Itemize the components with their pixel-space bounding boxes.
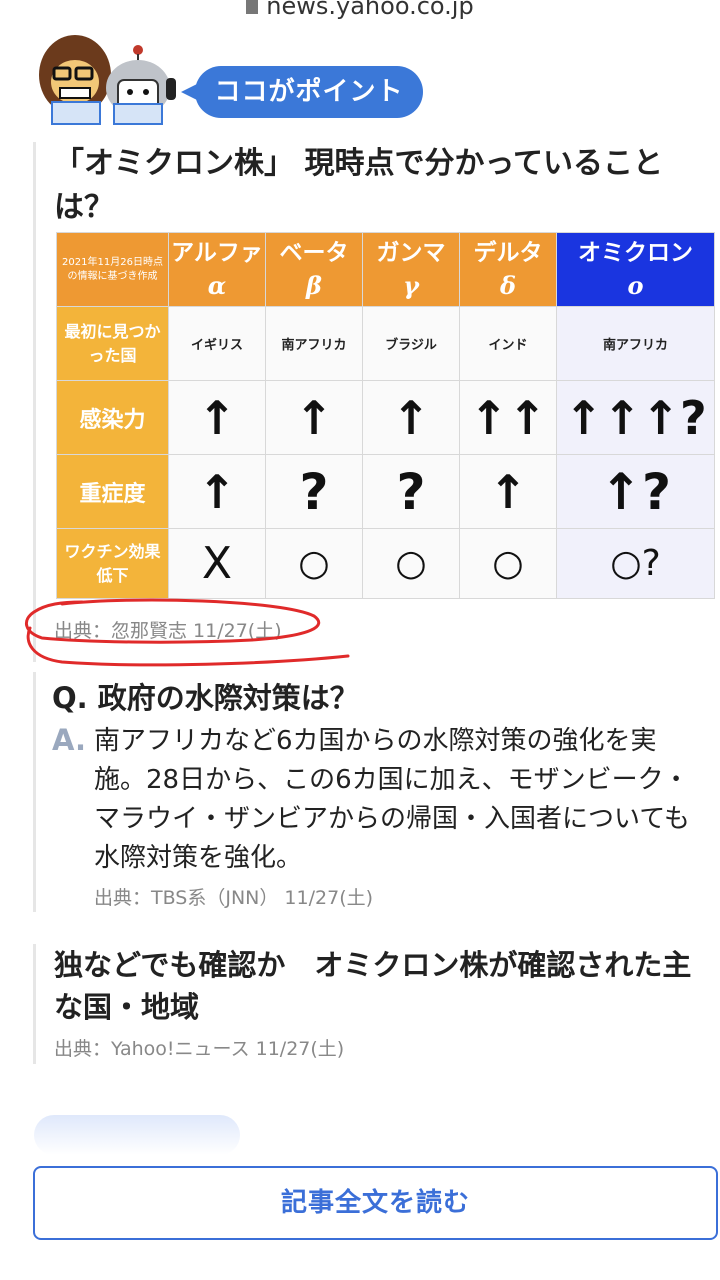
q-prefix: Q.	[52, 681, 88, 715]
mascot-illustration	[39, 35, 176, 125]
table-cell: ↑↑	[459, 380, 557, 455]
up-arrow-mark: ↑	[294, 390, 334, 445]
up-arrow-mark: ↑	[197, 390, 237, 445]
circle-mark: ○	[395, 542, 427, 584]
table-cell: ○?	[556, 528, 715, 599]
section-divider	[33, 672, 36, 912]
up-arrow-mark: ↑↑↑?	[564, 390, 707, 445]
table-cell: 南アフリカ	[556, 306, 715, 381]
table-cell: インド	[459, 306, 557, 381]
table-cell: ↑	[459, 454, 557, 529]
table-cell: ↑↑↑?	[556, 380, 715, 455]
up-arrow-mark: ↑	[488, 464, 528, 519]
table-cell: ↑	[265, 380, 363, 455]
answer-source: 出典：TBS系（JNN） 11/27(土)	[94, 887, 374, 909]
table-cell: ↑?	[556, 454, 715, 529]
table-cell: 南アフリカ	[265, 306, 363, 381]
answer-text: 南アフリカなど6カ国からの水際対策の強化を実施。28日から、この6カ国に加え、モ…	[94, 726, 690, 873]
variant-header-delta: デルタ δ	[459, 232, 557, 307]
url-text: news.yahoo.co.jp	[266, 0, 474, 20]
question-mark: ?	[299, 462, 329, 521]
question-text: 政府の水際対策は？	[97, 681, 359, 715]
table-cell: X	[168, 528, 266, 599]
lock-icon	[246, 0, 259, 14]
related-source: 出典：Yahoo!ニュース 11/27(土)	[54, 1038, 345, 1060]
circle-mark: ○	[492, 542, 524, 584]
table-cell: ○	[265, 528, 363, 599]
circle-mark: ○	[298, 542, 330, 584]
section-divider	[33, 142, 36, 662]
table-corner-note: 2021年11月26日時点の情報に基づき作成	[56, 232, 169, 307]
table-cell: ↑	[362, 380, 460, 455]
up-arrow-mark: ↑	[391, 390, 431, 445]
table-row: ワクチン効果低下 X ○ ○ ○ ○?	[56, 528, 715, 599]
cross-mark: X	[201, 537, 233, 589]
up-arrow-question-mark: ↑?	[600, 462, 671, 521]
read-full-article-button[interactable]: 記事全文を読む	[33, 1166, 718, 1240]
url-bar[interactable]: news.yahoo.co.jp	[0, 0, 720, 32]
table-cell: ↑	[168, 454, 266, 529]
row-header-first-country: 最初に見つかった国	[56, 306, 169, 381]
table-row: 最初に見つかった国 イギリス 南アフリカ ブラジル インド 南アフリカ	[56, 306, 715, 381]
variant-header-omicron: オミクロン ο	[556, 232, 715, 307]
table-header-row: 2021年11月26日時点の情報に基づき作成 アルファ α ベータ β ガンマ γ デ…	[56, 232, 715, 307]
question-title: Q. 政府の水際対策は？	[52, 675, 359, 717]
table-cell: ○	[362, 528, 460, 599]
variant-comparison-table: 2021年11月26日時点の情報に基づき作成 アルファ α ベータ β ガンマ γ デ…	[56, 232, 715, 599]
variant-header-gamma: ガンマ γ	[362, 232, 460, 307]
table-cell: ↑	[168, 380, 266, 455]
section-divider	[33, 944, 36, 1064]
table-cell: ブラジル	[362, 306, 460, 381]
table-cell: ?	[362, 454, 460, 529]
row-header-severity: 重症度	[56, 454, 169, 529]
up-arrow-mark: ↑↑	[469, 390, 547, 445]
table-cell: ○	[459, 528, 557, 599]
related-article-link[interactable]: 独などでも確認か オミクロン株が確認された主な国・地域	[54, 944, 704, 1028]
row-header-infectivity: 感染力	[56, 380, 169, 455]
question-mark: ?	[396, 462, 426, 521]
row-header-vaccine: ワクチン効果低下	[56, 528, 169, 599]
faded-tab	[34, 1115, 240, 1155]
up-arrow-mark: ↑	[197, 464, 237, 519]
point-badge: ココがポイント	[181, 66, 423, 118]
section-title: 「オミクロン株」 現時点で分かっていることは？	[54, 146, 663, 225]
circle-question-mark: ○?	[610, 542, 661, 584]
variant-header-alpha: アルファ α	[168, 232, 266, 307]
table-row: 重症度 ↑ ? ? ↑ ↑?	[56, 454, 715, 529]
variant-header-beta: ベータ β	[265, 232, 363, 307]
table-row: 感染力 ↑ ↑ ↑ ↑↑ ↑↑↑?	[56, 380, 715, 455]
answer-prefix: A.	[52, 723, 86, 757]
red-circle-annotation	[25, 598, 350, 667]
table-cell: イギリス	[168, 306, 266, 381]
table-cell: ?	[265, 454, 363, 529]
